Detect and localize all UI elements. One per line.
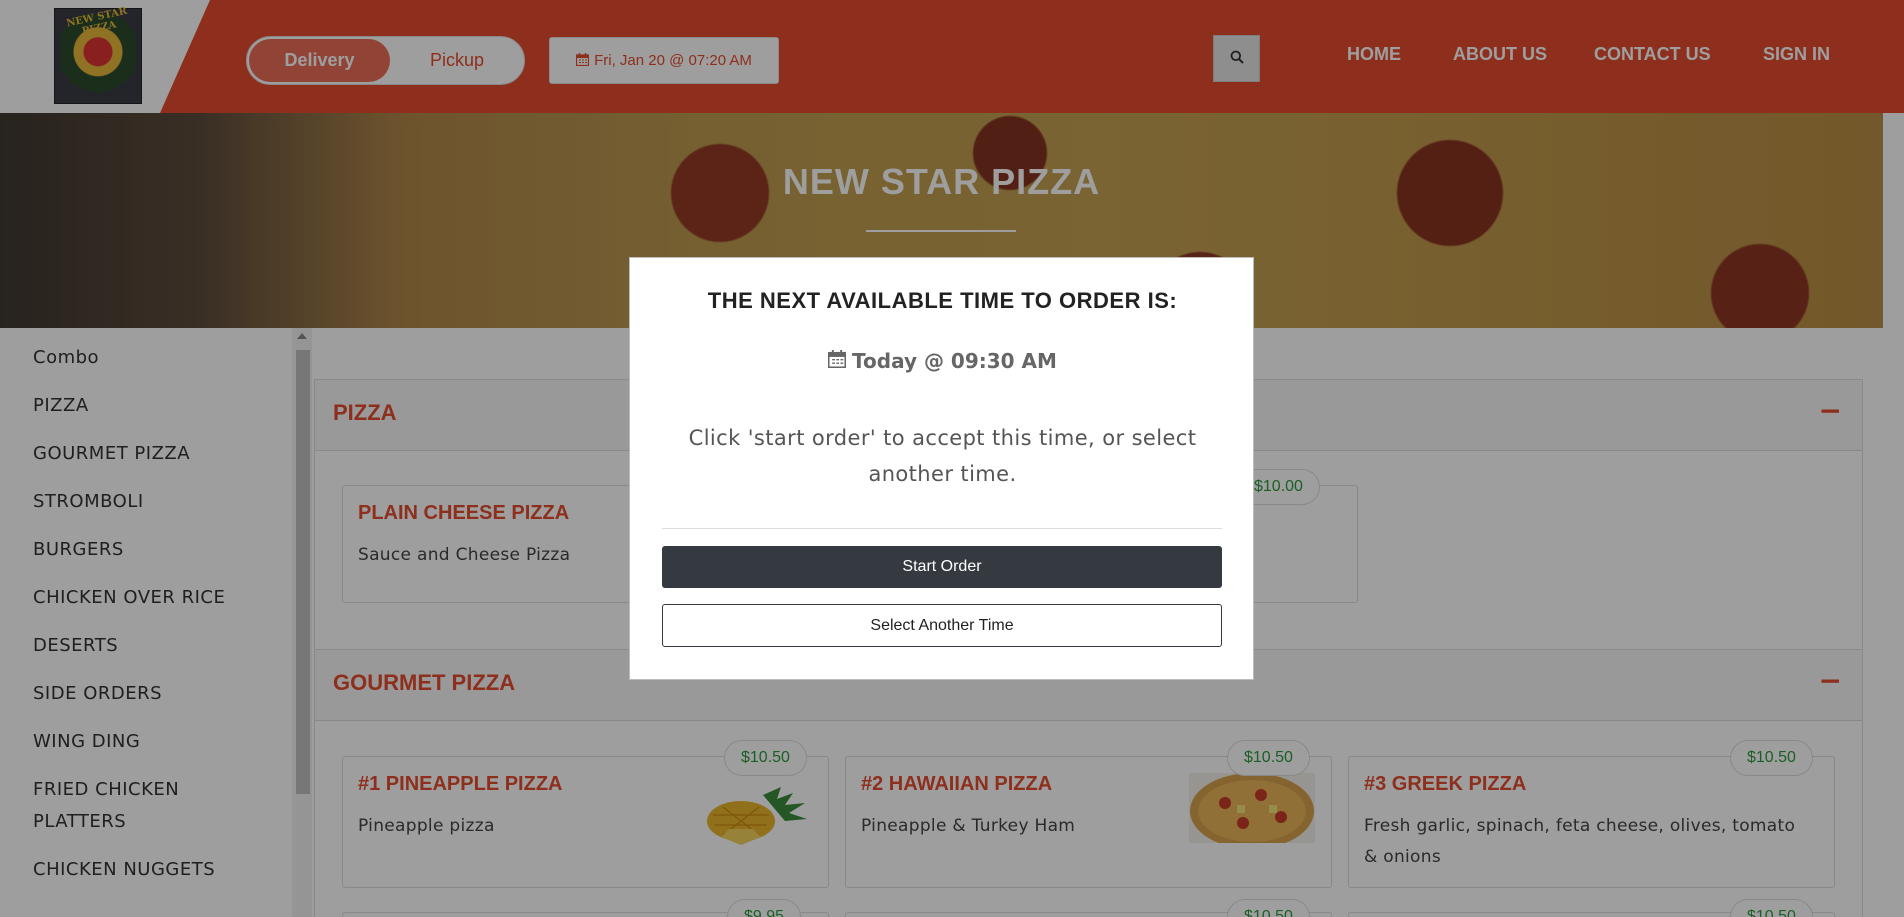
modal-title: THE NEXT AVAILABLE TIME TO ORDER IS: <box>707 288 1178 313</box>
modal-available-time: Today @ 09:30 AM <box>630 349 1255 373</box>
available-time-text: Today @ 09:30 AM <box>852 349 1057 373</box>
start-order-button[interactable]: Start Order <box>662 546 1222 588</box>
calendar-icon <box>827 349 847 373</box>
modal-divider <box>662 528 1222 529</box>
modal-message: Click 'start order' to accept this time,… <box>688 426 1197 486</box>
select-another-time-button[interactable]: Select Another Time <box>662 604 1222 647</box>
next-available-time-modal: THE NEXT AVAILABLE TIME TO ORDER IS: Tod… <box>629 257 1254 680</box>
